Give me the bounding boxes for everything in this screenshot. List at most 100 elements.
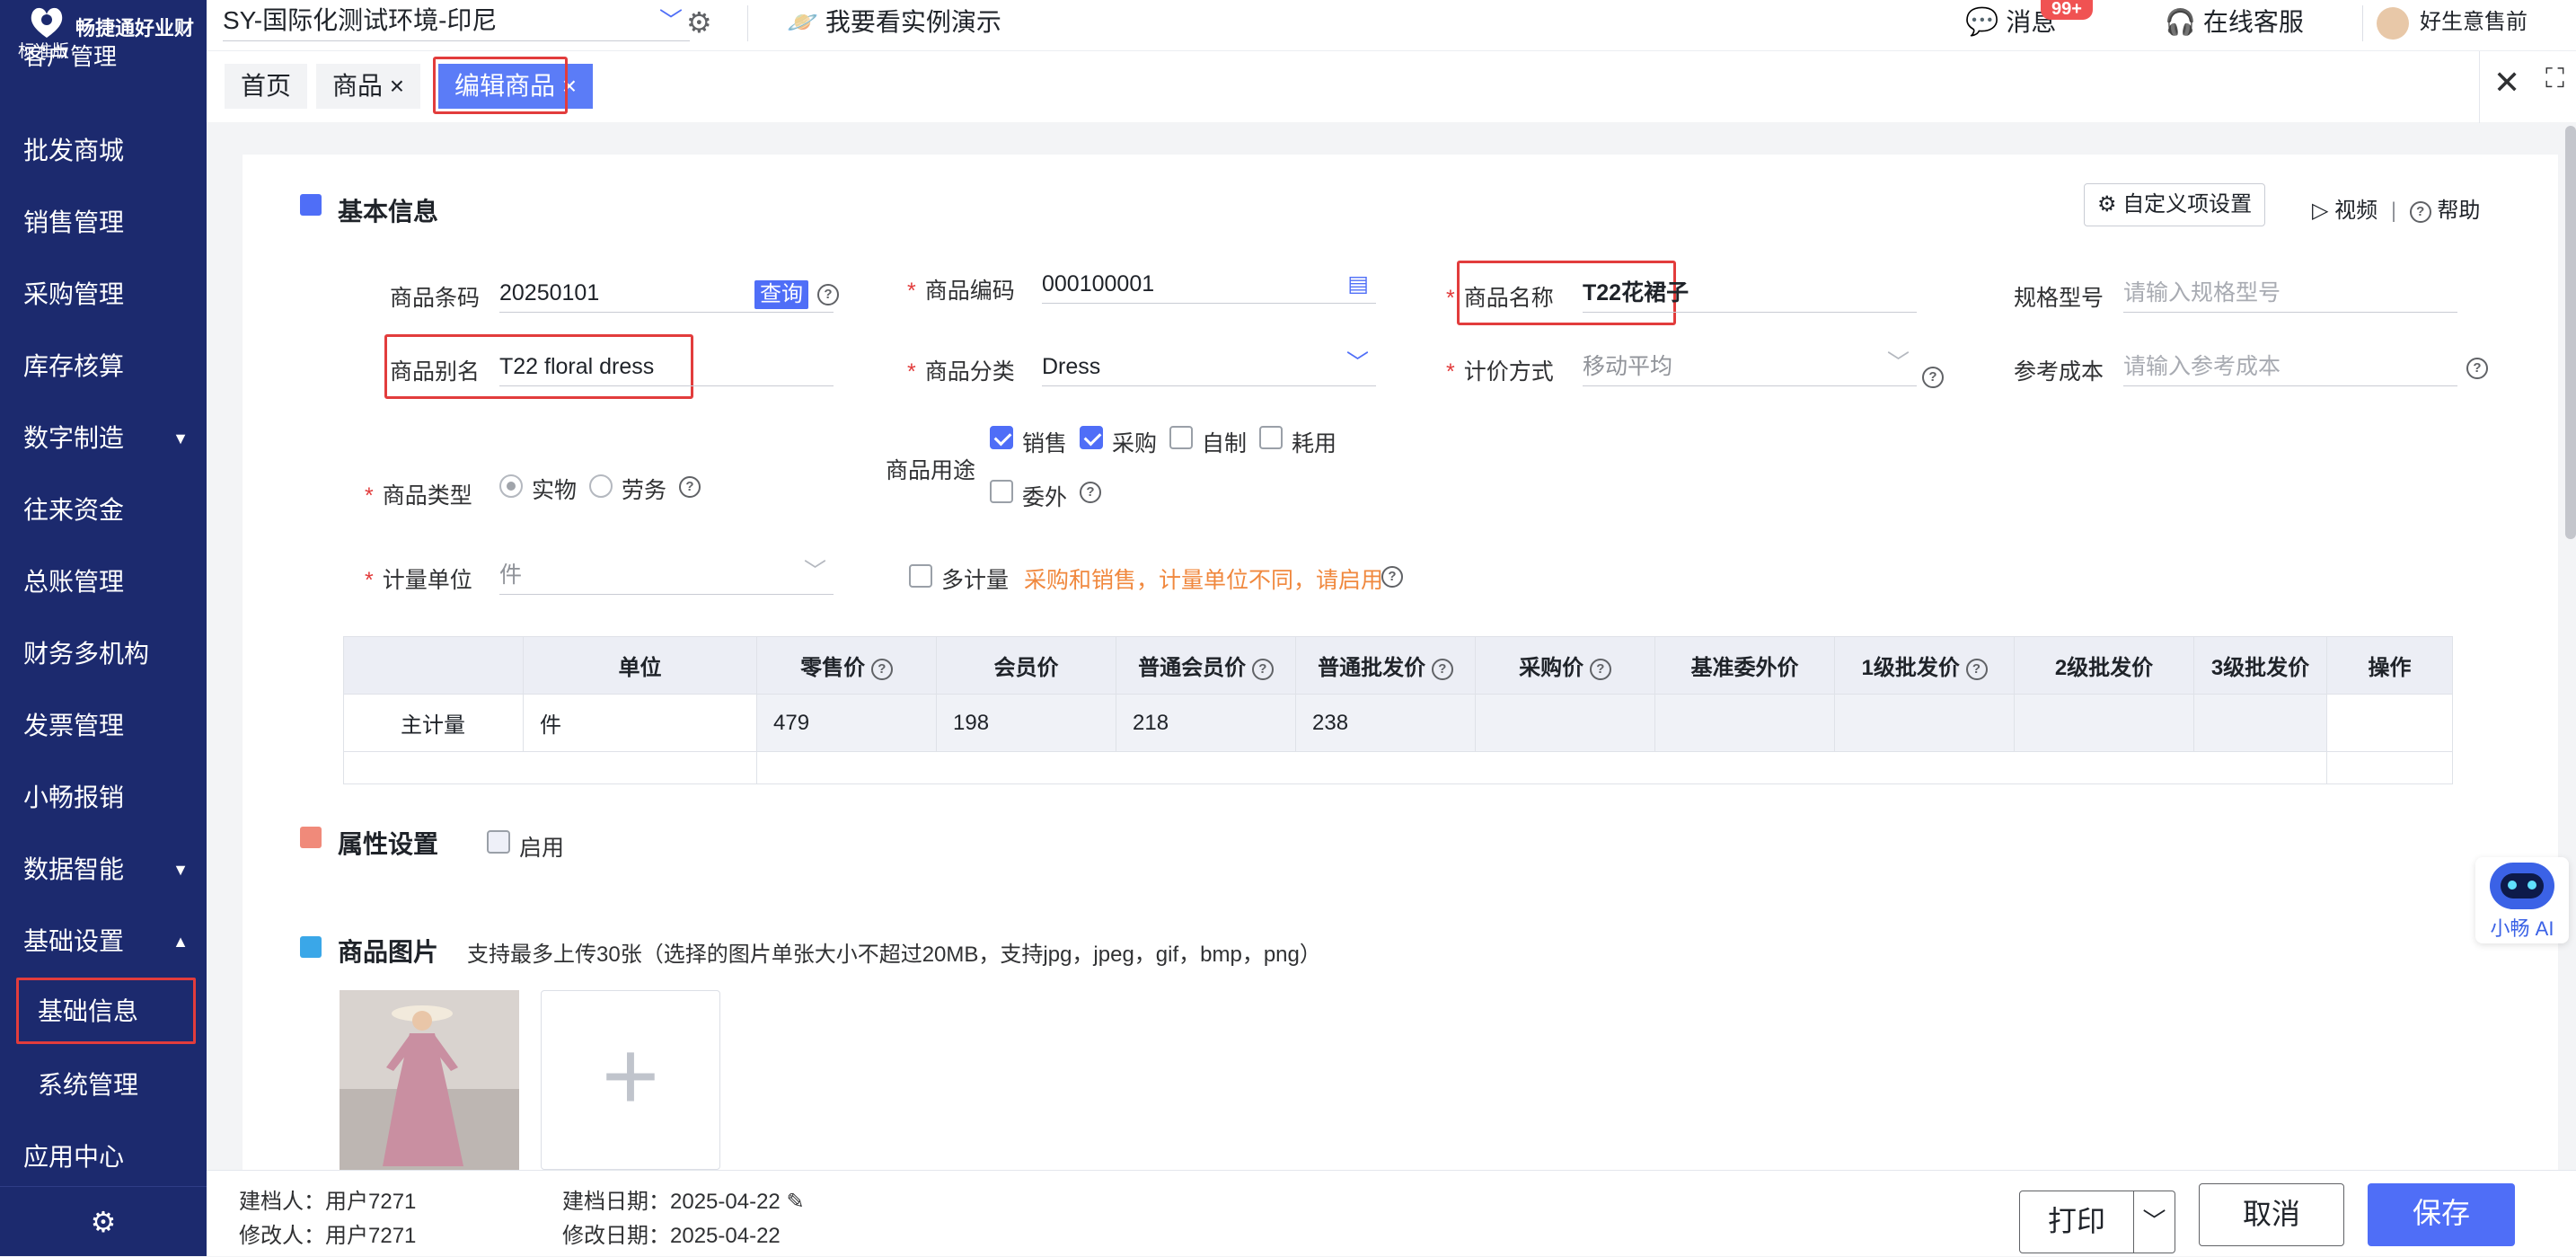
wholesale3-price-cell[interactable]: [2193, 694, 2327, 752]
unit-select[interactable]: 件 ﹀: [499, 555, 834, 595]
alias-input[interactable]: T22 floral dress: [499, 347, 834, 386]
sidebar-item-multi-org[interactable]: 财务多机构: [0, 618, 207, 690]
usage-consume-checkbox[interactable]: [1259, 426, 1283, 449]
outsource-price-cell[interactable]: [1654, 694, 1835, 752]
barcode-input[interactable]: 20250101 查询: [499, 273, 834, 313]
usage-selfmade-checkbox[interactable]: [1169, 426, 1193, 449]
edit-product-panel: 基本信息 ⚙ 自定义项设置 ▷ 视频 | ? 帮助 商品条码 20250101 …: [243, 155, 2558, 1170]
scrollbar[interactable]: [2565, 126, 2576, 539]
spec-input[interactable]: 请输入规格型号: [2123, 273, 2457, 313]
column-header-label: 零售价: [800, 656, 866, 680]
demo-link[interactable]: 🪐 我要看实例演示: [787, 0, 1001, 50]
help-icon[interactable]: ?: [2466, 358, 2488, 379]
attr-enable-checkbox[interactable]: [487, 830, 510, 854]
print-options-chevron-icon[interactable]: ﹀: [2134, 1191, 2175, 1253]
usage-purchase-checkbox[interactable]: [1080, 426, 1103, 449]
unit-value: 件: [499, 562, 523, 588]
actions-cell: [2326, 694, 2453, 752]
cancel-button[interactable]: 取消: [2199, 1183, 2344, 1246]
help-icon[interactable]: ?: [1589, 658, 1611, 680]
usage-outsource-label: 委外: [1022, 485, 1068, 510]
unit-label: * 计量单位: [365, 562, 472, 595]
sidebar-item-data-intel[interactable]: 数据智能 ▼: [0, 834, 207, 906]
save-button[interactable]: 保存: [2368, 1183, 2515, 1246]
print-button[interactable]: 打印: [2019, 1191, 2134, 1253]
query-button[interactable]: 查询: [754, 280, 808, 309]
help-icon[interactable]: ?: [1922, 367, 1944, 388]
sidebar-item-ledger[interactable]: 总账管理: [0, 546, 207, 618]
wholesale1-price-cell[interactable]: [1834, 694, 2015, 752]
custom-settings-button[interactable]: ⚙ 自定义项设置: [2084, 183, 2266, 226]
normal-wholesale-price-cell[interactable]: 238: [1295, 694, 1476, 752]
help-icon[interactable]: ?: [817, 284, 839, 305]
creator-value: 用户7271: [325, 1190, 417, 1214]
user-menu[interactable]: 好生意售前: [2377, 0, 2527, 50]
sidebar-item-app-center[interactable]: 应用中心: [0, 1121, 207, 1193]
pricing-select[interactable]: 移动平均 ﹀: [1583, 347, 1917, 386]
required-mark: *: [907, 279, 916, 304]
online-service-button[interactable]: 🎧 在线客服: [2165, 0, 2304, 50]
retail-price-cell[interactable]: 479: [756, 694, 937, 752]
tab-home[interactable]: 首页: [225, 64, 308, 109]
modifier-value: 用户7271: [325, 1224, 417, 1248]
usage-outsource-checkbox[interactable]: [990, 480, 1013, 503]
help-icon[interactable]: ?: [1965, 658, 1988, 680]
brand-logo-icon: [31, 7, 63, 38]
sidebar-item-purchase[interactable]: 采购管理: [0, 259, 207, 331]
tab-products[interactable]: 商品 ×: [316, 64, 421, 109]
type-physical-radio[interactable]: [499, 474, 523, 498]
name-input[interactable]: T22花裙子: [1583, 273, 1917, 313]
modified-label: 修改日期：: [562, 1224, 670, 1248]
sidebar-item-sales[interactable]: 销售管理: [0, 187, 207, 259]
ai-assistant-button[interactable]: 小畅 AI: [2475, 857, 2569, 943]
list-icon[interactable]: ▤: [1347, 264, 1369, 304]
alias-value: T22 floral dress: [499, 354, 655, 379]
code-label: * 商品编码: [907, 273, 1015, 305]
purchase-price-cell[interactable]: [1475, 694, 1655, 752]
created-label: 建档日期：: [562, 1190, 670, 1214]
settings-gear-icon[interactable]: ⚙: [0, 1186, 207, 1256]
environment-select[interactable]: SY-国际化测试环境-印尼 ﹀: [223, 0, 690, 41]
sidebar-item-manufacturing[interactable]: 数字制造 ▼: [0, 403, 207, 474]
normal-member-price-cell[interactable]: 218: [1116, 694, 1296, 752]
creator-label: 建档人：: [239, 1190, 325, 1214]
edit-icon[interactable]: ✎: [786, 1190, 804, 1214]
multi-unit-checkbox[interactable]: [909, 564, 932, 588]
name-label-text: 商品名称: [1463, 286, 1554, 311]
help-link[interactable]: ? 帮助: [2409, 199, 2480, 223]
member-price-cell[interactable]: 198: [936, 694, 1116, 752]
barcode-value: 20250101: [499, 280, 600, 305]
help-icon[interactable]: ?: [679, 476, 701, 498]
sidebar-item-partial[interactable]: 客户管理: [0, 43, 207, 70]
help-icon[interactable]: ?: [1431, 658, 1453, 680]
video-link[interactable]: ▷ 视频: [2312, 199, 2378, 223]
refcost-input[interactable]: 请输入参考成本: [2123, 347, 2457, 386]
help-icon[interactable]: ?: [1251, 658, 1274, 680]
sidebar-item-funds[interactable]: 往来资金: [0, 474, 207, 546]
settings-icon[interactable]: ⚙: [686, 0, 712, 50]
category-select[interactable]: Dress ﹀: [1042, 347, 1376, 386]
sidebar-item-invoice[interactable]: 发票管理: [0, 690, 207, 762]
sidebar-item-basic-settings[interactable]: 基础设置 ▲: [0, 906, 207, 978]
column-header: 操作: [2326, 636, 2453, 695]
sidebar-item-system[interactable]: 系统管理: [0, 1049, 207, 1121]
usage-sales-checkbox[interactable]: [990, 426, 1013, 449]
help-icon[interactable]: ?: [1381, 566, 1403, 588]
sidebar-item-wholesale-mall[interactable]: 批发商城: [0, 115, 207, 187]
section-title-images: 商品图片: [338, 938, 439, 966]
sidebar-item-inventory[interactable]: 库存核算: [0, 331, 207, 403]
refcost-label: 参考成本: [2014, 359, 2104, 385]
add-image-button[interactable]: +: [541, 990, 720, 1170]
type-service-radio[interactable]: [589, 474, 613, 498]
unit-cell[interactable]: 件: [523, 694, 757, 752]
code-input[interactable]: 000100001 ▤: [1042, 264, 1376, 304]
required-mark: *: [1446, 359, 1455, 385]
product-image-thumbnail[interactable]: [340, 990, 519, 1170]
wholesale2-price-cell[interactable]: [2014, 694, 2194, 752]
help-icon[interactable]: ?: [870, 658, 893, 680]
sidebar-item-label: 发票管理: [23, 712, 125, 739]
close-all-icon[interactable]: ✕: [2493, 64, 2520, 102]
help-icon[interactable]: ?: [1080, 482, 1101, 503]
sidebar-item-expense[interactable]: 小畅报销: [0, 762, 207, 834]
fullscreen-icon[interactable]: ⛶: [2545, 64, 2564, 94]
